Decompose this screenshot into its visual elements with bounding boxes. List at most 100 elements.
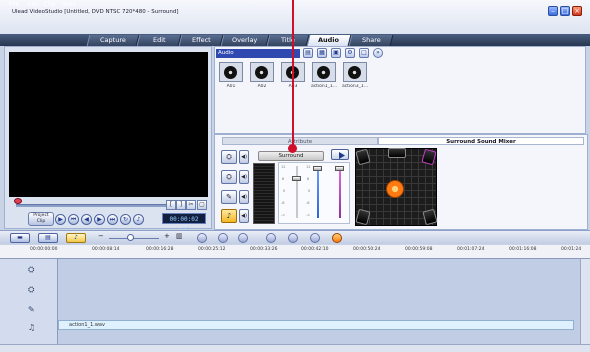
title-track-icon[interactable]: ✎ xyxy=(28,305,35,314)
undo-icon[interactable] xyxy=(218,233,228,243)
center-speaker-icon xyxy=(388,148,406,158)
music-track-icon[interactable]: ♫ xyxy=(28,323,35,332)
slider-tick: 12 xyxy=(281,165,286,169)
mixer-play-button[interactable] xyxy=(331,149,349,160)
project-clip-toggle[interactable]: Project Clip xyxy=(28,212,54,226)
minimize-button[interactable]: – xyxy=(548,6,558,16)
play-icon xyxy=(339,152,345,159)
library-manager-icon[interactable]: ▣ xyxy=(331,48,341,58)
mark-in-button[interactable]: [ xyxy=(166,200,176,210)
audio-view-button[interactable]: ♪ xyxy=(66,233,86,243)
overlay-track-mute-icon[interactable]: ◀) xyxy=(239,170,249,184)
enlarge-preview-button[interactable]: ▢ xyxy=(197,200,207,210)
repeat-icon[interactable]: ↻ xyxy=(120,214,131,225)
tab-edit-label: Edit xyxy=(152,36,166,44)
tab-overlay[interactable]: Overlay xyxy=(220,35,270,46)
menu-tools[interactable]: Tools xyxy=(61,1,76,8)
video-track-mute-icon[interactable]: ◀) xyxy=(239,150,249,164)
subwoofer-slider-handle[interactable] xyxy=(335,166,344,171)
menu-clip[interactable]: Clip xyxy=(44,1,55,8)
ruler-tick-label: 00:00:50:24 xyxy=(353,247,381,252)
video-track-icon[interactable]: ⛭ xyxy=(28,265,34,275)
center-slider-track[interactable] xyxy=(317,166,319,218)
zoom-out-icon[interactable]: − xyxy=(98,232,104,240)
add-folder-icon[interactable]: ▤ xyxy=(303,48,313,58)
tab-capture[interactable]: Capture xyxy=(86,35,140,46)
library-clip-a01[interactable] xyxy=(219,62,243,82)
previous-frame-icon[interactable]: ◀ xyxy=(81,214,92,225)
options-icon[interactable]: □ xyxy=(359,48,369,58)
track-manager-icon[interactable] xyxy=(266,233,276,243)
end-icon[interactable]: ⏭ xyxy=(107,214,118,225)
video-track-icon[interactable]: ⛭ xyxy=(221,150,237,164)
voice-track-mute-icon[interactable]: ◀) xyxy=(239,190,249,204)
home-icon[interactable]: ⏮ xyxy=(68,214,79,225)
tab-effect[interactable]: Effect xyxy=(178,35,224,46)
volume-slider-handle[interactable] xyxy=(292,176,301,181)
timeline-view-button[interactable]: ▤ xyxy=(38,233,58,243)
import-file-icon[interactable]: ▦ xyxy=(317,48,327,58)
redo-icon[interactable] xyxy=(238,233,248,243)
next-frame-icon[interactable]: ▶ xyxy=(94,214,105,225)
system-volume-icon[interactable]: ♪ xyxy=(133,214,144,225)
tab-edit[interactable]: Edit xyxy=(136,35,182,46)
timeline-audio-clip[interactable]: action1_1.wav xyxy=(58,320,574,330)
clip-label: action1_1... xyxy=(310,84,338,89)
tab-audio[interactable]: Audio xyxy=(306,35,352,46)
tab-share[interactable]: Share xyxy=(348,35,394,46)
record-capture-icon[interactable] xyxy=(310,233,320,243)
speaker-icon xyxy=(348,66,361,79)
maximize-button[interactable]: □ xyxy=(560,6,570,16)
slider-tick: -∞ xyxy=(306,213,311,217)
timecode-display[interactable]: 00:00:02 :15 xyxy=(162,213,206,234)
tab-attribute[interactable]: Attribute xyxy=(222,137,378,145)
fit-project-icon[interactable]: ▥ xyxy=(176,232,183,240)
timeline-area[interactable] xyxy=(58,259,580,344)
music-track-mute-icon[interactable]: ◀) xyxy=(239,209,249,223)
overlay-track-icon[interactable]: ⛭ xyxy=(221,170,237,184)
library-clip-action3[interactable] xyxy=(343,62,367,82)
smart-proxy-icon[interactable] xyxy=(288,233,298,243)
zoom-slider-handle[interactable] xyxy=(127,234,134,241)
tab-surround-sound-mixer[interactable]: Surround Sound Mixer xyxy=(378,137,584,145)
menu-file[interactable]: File xyxy=(9,1,19,8)
timeline-ruler[interactable] xyxy=(0,245,590,259)
tab-overlay-label: Overlay xyxy=(232,36,258,44)
insert-media-icon[interactable] xyxy=(197,233,207,243)
library-category-select[interactable]: Audio xyxy=(216,49,300,58)
title-bar xyxy=(0,0,590,34)
slider-tick: 6 xyxy=(307,177,310,181)
close-button[interactable]: × xyxy=(572,6,582,16)
app-window: Ulead VideoStudio [Untitled, DVD NTSC 72… xyxy=(0,0,590,352)
expand-library-icon[interactable]: » xyxy=(373,48,383,58)
auto-music-icon[interactable] xyxy=(332,233,342,243)
subwoofer-slider-track[interactable] xyxy=(339,166,341,218)
menu-edit[interactable]: Edit xyxy=(28,1,40,8)
window-title: Ulead VideoStudio [Untitled, DVD NTSC 72… xyxy=(12,9,179,15)
play-icon[interactable]: ▶ xyxy=(55,214,66,225)
sort-icon[interactable]: ⚙ xyxy=(345,48,355,58)
ruler-tick-label: 00:00:33:26 xyxy=(250,247,278,252)
sound-position-marker[interactable] xyxy=(386,180,404,198)
scrubber-handle[interactable] xyxy=(14,198,22,204)
vertical-scrollbar[interactable] xyxy=(580,259,590,344)
tab-effect-label: Effect xyxy=(191,36,211,44)
slider-tick: -∞ xyxy=(281,213,286,217)
horizontal-scrollbar[interactable] xyxy=(0,344,590,352)
zoom-in-icon[interactable]: + xyxy=(164,232,170,240)
music-track-icon[interactable]: ♪ xyxy=(221,209,237,223)
volume-slider-track[interactable] xyxy=(296,166,298,218)
cut-clip-button[interactable]: ✂ xyxy=(186,200,196,210)
slider-tick: -6 xyxy=(306,201,310,205)
voice-track-icon[interactable]: ✎ xyxy=(221,190,237,204)
tab-title[interactable]: Title xyxy=(266,35,310,46)
center-slider-handle[interactable] xyxy=(313,166,322,171)
zoom-slider[interactable] xyxy=(109,238,159,239)
slider-tick: 12 xyxy=(306,165,311,169)
library-clip-action1[interactable] xyxy=(312,62,336,82)
mark-out-button[interactable]: ] xyxy=(176,200,186,210)
overlay-track-icon[interactable]: ⛭ xyxy=(28,285,34,295)
library-clip-a02[interactable] xyxy=(250,62,274,82)
storyboard-view-button[interactable]: ▬ xyxy=(10,233,30,243)
ruler-tick-label: 00:00:00:00 xyxy=(30,247,58,252)
